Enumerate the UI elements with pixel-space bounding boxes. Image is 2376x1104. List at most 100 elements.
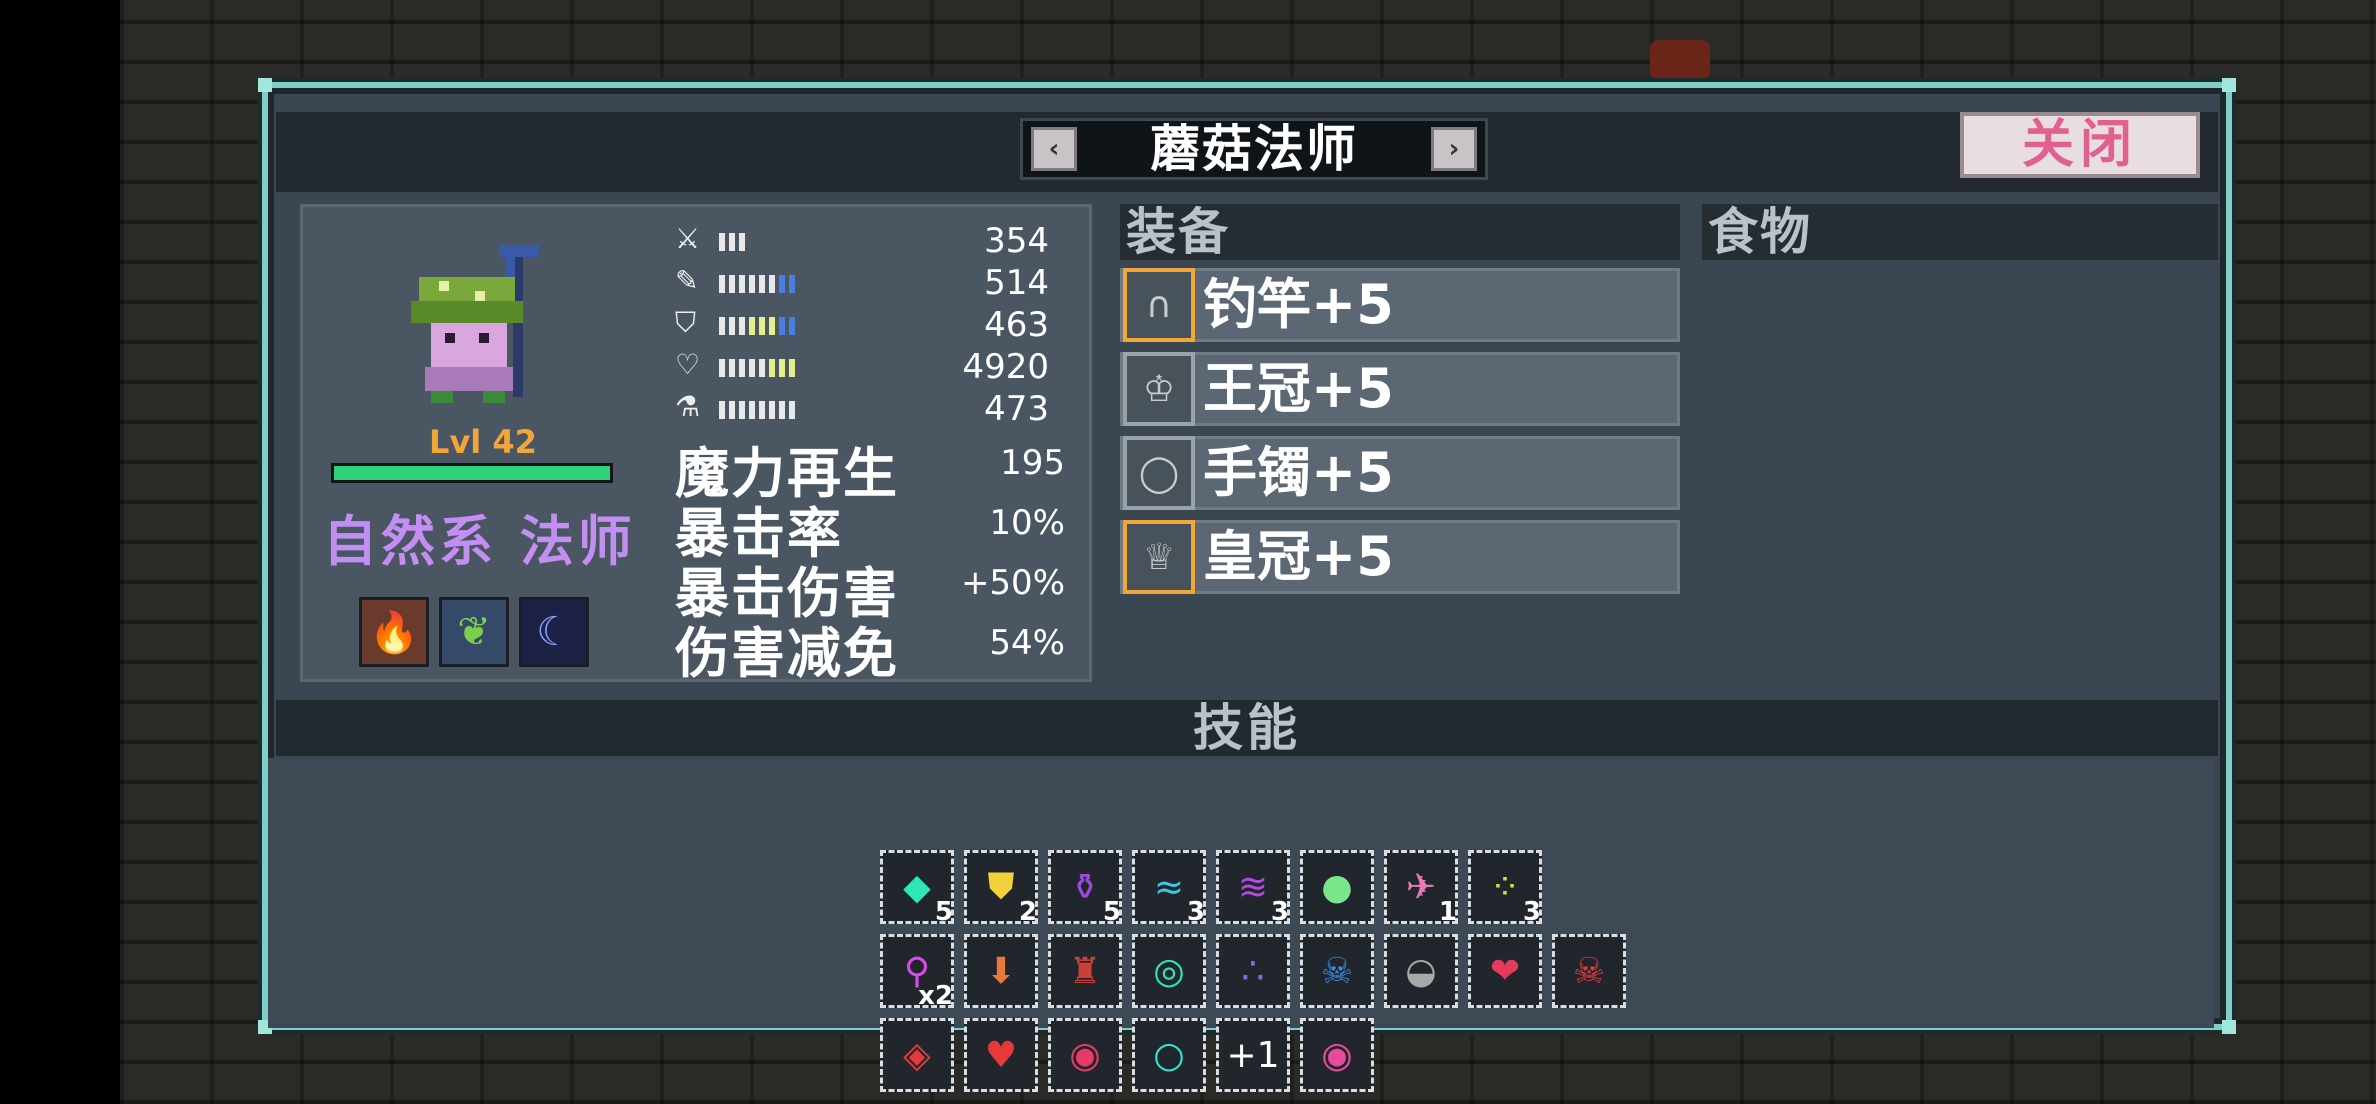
- equipment-header-label: 装备: [1126, 203, 1230, 261]
- equipment-label: 钓竿+5: [1203, 273, 1394, 336]
- leaf-shield-icon[interactable]: ❦: [439, 597, 509, 667]
- chevron-right-icon: ›: [1448, 134, 1460, 164]
- extra-stat-row: 魔力再生 195: [675, 429, 1075, 505]
- plus-one-icon[interactable]: +1: [1216, 1018, 1290, 1092]
- hp-bar: [331, 463, 613, 483]
- ring-icon[interactable]: ◎: [1132, 934, 1206, 1008]
- moon-icon[interactable]: ☾: [519, 597, 589, 667]
- close-button[interactable]: 关闭: [1960, 112, 2200, 178]
- potion-icon[interactable]: ⚱ 5: [1048, 850, 1122, 927]
- mushroom-mage-sprite: [411, 245, 539, 403]
- skill-glyph: ✈: [1405, 866, 1437, 908]
- extra-stat-value: 54%: [989, 623, 1065, 663]
- stat-value: 354: [984, 221, 1049, 261]
- equipment-label: 王冠+5: [1203, 357, 1394, 420]
- character-class: 自然系 法师: [323, 510, 636, 573]
- locked-eye-icon[interactable]: ◉: [1048, 1018, 1122, 1092]
- skill-glyph: ☠: [1572, 950, 1606, 992]
- wand-icon: ✎: [675, 264, 699, 297]
- skill-count: x2: [918, 981, 953, 1011]
- bird-icon[interactable]: ✈ 1: [1384, 850, 1458, 927]
- stat-row: ⚔ 354: [675, 219, 1075, 261]
- equipment-label: 皇冠+5: [1203, 525, 1394, 588]
- skill-glyph: ⬇: [985, 950, 1017, 992]
- skill-count: 2: [1018, 897, 1037, 927]
- shield-icon: ⛉: [675, 306, 697, 339]
- heart-icon: ♡: [675, 348, 701, 381]
- skull-icon[interactable]: ☠: [1300, 934, 1374, 1008]
- stat-row: ✎ 514: [675, 261, 1075, 303]
- chevron-left-icon: ‹: [1048, 134, 1060, 164]
- skill-count: 3: [1186, 897, 1205, 927]
- stat-row: ⛉ 463: [675, 303, 1075, 345]
- orb-plus-icon[interactable]: ○: [1132, 1018, 1206, 1092]
- character-level: Lvl 42: [429, 423, 537, 461]
- stat-value: 514: [984, 263, 1049, 303]
- diamond-eye-icon[interactable]: ◈: [880, 1018, 954, 1092]
- panel-corner: [2222, 78, 2236, 92]
- skill-glyph: ≋: [1237, 866, 1269, 908]
- equipment-item[interactable]: ◯ 手镯+5: [1120, 436, 1680, 510]
- food-header-label: 食物: [1708, 203, 1812, 261]
- extra-stat-value: +50%: [960, 563, 1065, 603]
- equipment-item[interactable]: ♔ 王冠+5: [1120, 352, 1680, 426]
- dots-icon[interactable]: ⁘ 3: [1468, 850, 1542, 927]
- extra-stat-row: 暴击率 10%: [675, 489, 1075, 565]
- slash-icon[interactable]: ≋ 3: [1216, 850, 1290, 927]
- heart-drop-icon[interactable]: ❤: [1468, 934, 1542, 1008]
- bracelet-icon: ◯: [1123, 436, 1195, 510]
- extra-stat-value: 10%: [989, 503, 1065, 543]
- arrow-down-icon[interactable]: ⬇: [964, 934, 1038, 1008]
- skill-glyph: ●: [1321, 866, 1353, 908]
- panel-corner: [2222, 1020, 2236, 1034]
- next-character-button[interactable]: ›: [1431, 127, 1477, 171]
- equipment-item[interactable]: ♕ 皇冠+5: [1120, 520, 1680, 594]
- strawberry-icon[interactable]: ♥: [964, 1018, 1038, 1092]
- stat-row: ⚗ 473: [675, 387, 1075, 429]
- character-name: 蘑菇法师: [1150, 120, 1358, 178]
- stat-value: 4920: [962, 347, 1049, 387]
- rainbow-orb-icon[interactable]: ●: [1300, 850, 1374, 924]
- stat-bars: [719, 275, 795, 293]
- skill-glyph: +1: [1226, 1034, 1280, 1076]
- skill-glyph: ◉: [1069, 1034, 1101, 1076]
- stat-value: 463: [984, 305, 1049, 345]
- extra-stat-value: 195: [1000, 443, 1065, 483]
- red-skull-icon[interactable]: ☠: [1552, 934, 1626, 1008]
- skills-row: ◈ ♥ ◉ ○ +1 ◉: [880, 1018, 1374, 1092]
- shield-gold-icon[interactable]: ⛊ 2: [964, 850, 1038, 927]
- extra-stat-row: 伤害减免 54%: [675, 609, 1075, 685]
- prev-character-button[interactable]: ‹: [1031, 127, 1077, 171]
- skill-glyph: ☠: [1320, 950, 1354, 992]
- fire-up-icon[interactable]: 🔥: [359, 597, 429, 667]
- skill-glyph: ∴: [1241, 950, 1265, 992]
- bubbles-icon[interactable]: ∴: [1216, 934, 1290, 1008]
- skill-glyph: ♜: [1068, 950, 1102, 992]
- bowl-icon[interactable]: ◒: [1384, 934, 1458, 1008]
- food-header: 食物: [1702, 204, 2218, 260]
- wave-icon[interactable]: ≈3: [1132, 850, 1206, 927]
- skill-count: 1: [1438, 897, 1457, 927]
- castle-icon[interactable]: ♜: [1048, 934, 1122, 1008]
- equipment-list: ∩ 钓竿+5 ♔ 王冠+5 ◯ 手镯+5 ♕ 皇冠+5: [1120, 268, 1680, 604]
- extra-stat-label: 伤害减免: [675, 622, 899, 685]
- equipment-header: 装备: [1120, 204, 1680, 260]
- skill-glyph: ⚱: [1069, 866, 1101, 908]
- element-icons: 🔥 ❦ ☾: [359, 597, 589, 667]
- skill-glyph: ○: [1153, 1034, 1185, 1076]
- magnify-icon[interactable]: ⚲ x2: [880, 934, 954, 1011]
- stat-bars: [719, 401, 795, 419]
- extra-stat-row: 暴击伤害 +50%: [675, 549, 1075, 625]
- skill-count: 5: [1102, 897, 1121, 927]
- skills-row: ◆ 5 ⛊ 2 ⚱ 5 ≈3 ≋ 3 ● ✈ 1 ⁘ 3: [880, 850, 1542, 927]
- skill-count: 3: [1270, 897, 1289, 927]
- crown-icon: ♔: [1123, 352, 1195, 426]
- stat-value: 473: [984, 389, 1049, 429]
- gem-icon[interactable]: ◆ 5: [880, 850, 954, 927]
- equipment-item[interactable]: ∩ 钓竿+5: [1120, 268, 1680, 342]
- skill-glyph: ♥: [984, 1034, 1018, 1076]
- skill-glyph: ◒: [1405, 950, 1437, 992]
- pink-eye-icon[interactable]: ◉: [1300, 1018, 1374, 1092]
- wall-lamp: [1650, 40, 1710, 80]
- skills-grid: ◆ 5 ⛊ 2 ⚱ 5 ≈3 ≋ 3 ● ✈ 1 ⁘ 3 ⚲ x2 ⬇ ♜ ◎ ∴ ☠ ◒ ❤ ☠ ◈ ♥ ◉ ○ +1 ◉: [268, 758, 2214, 1092]
